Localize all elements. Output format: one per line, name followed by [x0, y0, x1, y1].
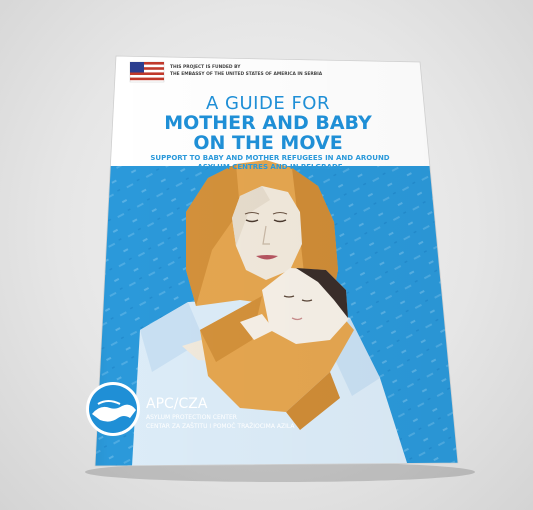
us-flag-icon [129, 61, 165, 83]
org-line-2: CENTAR ZA ZAŠTITU I POMOĆ TRAŽIOCIMA AZI… [146, 422, 295, 430]
subtitle-line-1: SUPPORT TO BABY AND MOTHER REFUGEES IN A… [150, 154, 389, 162]
org-line-1: ASYLUM PROTECTION CENTER [146, 414, 237, 421]
title-line-1: A GUIDE FOR [206, 93, 330, 114]
title-line-2: MOTHER AND BABY [164, 112, 372, 134]
booklet-scene: THIS PROJECT IS FUNDED BY THE EMBASSY OF… [85, 55, 475, 482]
logo-badge [86, 382, 140, 436]
title-line-3: ON THE MOVE [193, 132, 342, 154]
org-name: APC/CZA [146, 396, 208, 412]
subtitle-line-2: ASYLUM CENTRES AND IN BELGRADE [197, 163, 342, 171]
funding-line-1: THIS PROJECT IS FUNDED BY [170, 64, 241, 70]
funding-line-2: THE EMBASSY OF THE UNITED STATES OF AMER… [170, 71, 323, 77]
